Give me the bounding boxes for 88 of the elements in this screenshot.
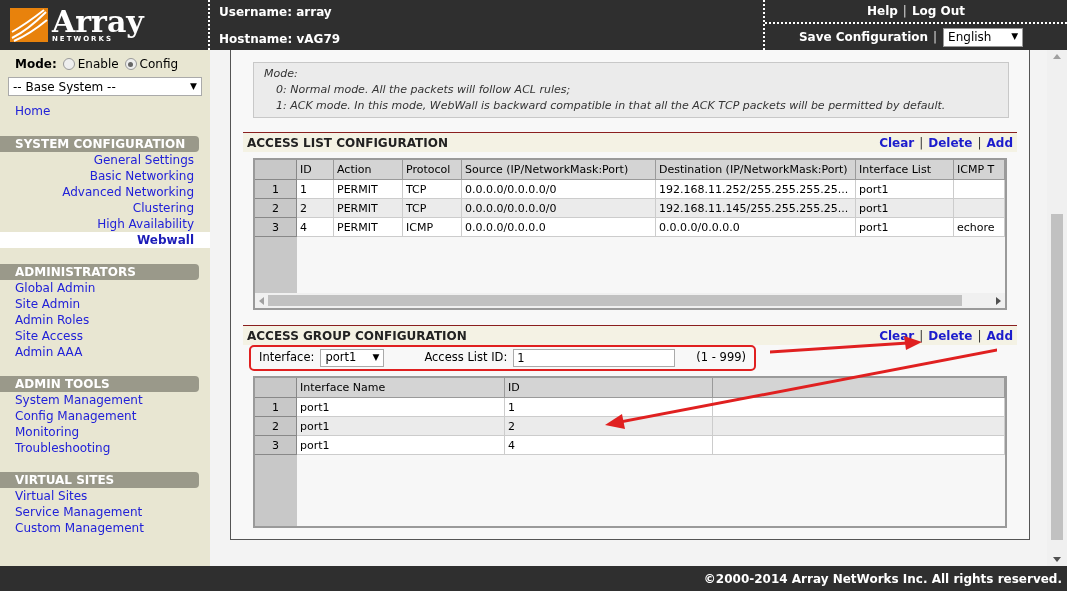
sidebar-item[interactable]: Site Access [0, 328, 210, 344]
sidebar-item[interactable]: Basic Networking [0, 168, 210, 184]
row-number: 3 [255, 436, 297, 455]
row-number: 2 [255, 417, 297, 436]
table-cell: ICMP [403, 218, 462, 237]
scroll-right-icon[interactable] [996, 296, 1001, 305]
separator: | [933, 29, 938, 46]
list-id-field[interactable]: 1 [513, 349, 676, 367]
corner-cell [255, 378, 297, 398]
sidebar-item[interactable]: General Settings [0, 152, 210, 168]
sidebar-item[interactable]: Config Management [0, 408, 210, 424]
section-header: ADMIN TOOLS [0, 376, 199, 392]
column-header: Protocol [403, 160, 462, 180]
section-title: ACCESS GROUP CONFIGURATION [247, 327, 467, 345]
column-header: ID [297, 160, 334, 180]
sidebar-item[interactable]: Troubleshooting [0, 440, 210, 456]
copyright-text: ©2000-2014 Array NetWorks Inc. All rights reserved. [703, 570, 1062, 588]
table-cell: port1 [297, 436, 505, 455]
column-header: ID [505, 378, 713, 398]
username-label: Username: array [219, 3, 333, 21]
row-number: 2 [255, 199, 297, 218]
separator: | [919, 327, 924, 345]
interface-select[interactable]: port1 ▼ [320, 349, 385, 367]
nav-link[interactable]: Save Configuration [798, 28, 929, 46]
mode-label: Mode: [15, 56, 57, 73]
interface-label: Interface: [259, 349, 315, 367]
scroll-left-icon[interactable] [259, 296, 264, 305]
sidebar-item[interactable]: Virtual Sites [0, 488, 210, 504]
sidebar-item[interactable]: Admin AAA [0, 344, 210, 360]
section-header: SYSTEM CONFIGURATION [0, 136, 199, 152]
column-header: Interface List [856, 160, 954, 180]
info-note: Mode: 0: Normal mode. All the packets will follow ACL rules; 1: ACK mode. In this mode, WebWall is backward compatible in that all the ACK TCP packets will be permitted by default. [253, 62, 1009, 118]
separator: | [977, 134, 982, 152]
nav-link[interactable]: Delete [928, 326, 973, 345]
table-cell: port1 [856, 218, 954, 237]
language-select[interactable]: English ▼ [943, 27, 1024, 47]
home-link[interactable]: Home [0, 102, 210, 120]
sidebar-item[interactable]: Monitoring [0, 424, 210, 440]
scroll-down-icon[interactable] [1053, 557, 1061, 562]
nav-link[interactable]: Add [986, 133, 1013, 152]
sidebar-item[interactable]: Service Management [0, 504, 210, 520]
table-cell: echore [954, 218, 1005, 237]
row-number: 1 [255, 398, 297, 417]
sidebar-item[interactable]: Global Admin [0, 280, 210, 296]
section-header: ADMINISTRATORS [0, 264, 199, 280]
sidebar-item[interactable]: Custom Management [0, 520, 210, 536]
sidebar-item[interactable]: High Availability [0, 216, 210, 232]
sidebar-item[interactable]: System Management [0, 392, 210, 408]
sidebar-item[interactable]: Site Admin [0, 296, 210, 312]
table-cell: PERMIT [334, 218, 403, 237]
separator: | [977, 327, 982, 345]
scroll-up-icon[interactable] [1053, 54, 1061, 59]
section-title: ACCESS LIST CONFIGURATION [247, 134, 448, 152]
nav-link[interactable]: Delete [928, 133, 973, 152]
radio-label[interactable]: Enable [77, 55, 119, 73]
nav-link[interactable]: Add [986, 326, 1013, 345]
column-header: Destination (IP/NetworkMask:Port) [656, 160, 856, 180]
nav-link[interactable]: Log Out [911, 2, 966, 20]
separator: | [919, 134, 924, 152]
hostname-label: Hostname: vAG79 [219, 30, 342, 48]
scope-select[interactable]: -- Base System -- ▼ [8, 77, 202, 96]
row-number: 3 [255, 218, 297, 237]
nav-link[interactable]: Clear [879, 133, 915, 152]
column-header: Interface Name [297, 378, 505, 398]
row-number: 1 [255, 180, 297, 199]
table-cell: 4 [505, 436, 713, 455]
column-header: ICMP T [954, 160, 1005, 180]
radio-label[interactable]: Config [139, 55, 179, 73]
horizontal-scrollbar[interactable] [255, 293, 1005, 308]
sidebar-item[interactable]: Webwall [0, 232, 210, 248]
sidebar-item[interactable]: Admin Roles [0, 312, 210, 328]
table-cell: 4 [297, 218, 334, 237]
radio-button[interactable] [124, 58, 137, 70]
section-header: VIRTUAL SITES [0, 472, 199, 488]
list-id-label: Access List ID: [424, 349, 508, 367]
column-header: Source (IP/NetworkMask:Port) [462, 160, 656, 180]
logo-icon [10, 8, 48, 42]
range-hint: (1 - 999) [696, 349, 746, 367]
sidebar-item[interactable]: Clustering [0, 200, 210, 216]
table-cell: 0.0.0.0/0.0.0.0 [462, 218, 656, 237]
separator: | [902, 3, 907, 20]
sidebar-item[interactable]: Advanced Networking [0, 184, 210, 200]
logo-wordmark: Array [52, 7, 144, 36]
table-cell: 0.0.0.0/0.0.0.0 [656, 218, 856, 237]
radio-button[interactable] [62, 58, 75, 70]
nav-link[interactable]: Help [866, 2, 898, 20]
column-header: Action [334, 160, 403, 180]
corner-cell [255, 160, 297, 180]
